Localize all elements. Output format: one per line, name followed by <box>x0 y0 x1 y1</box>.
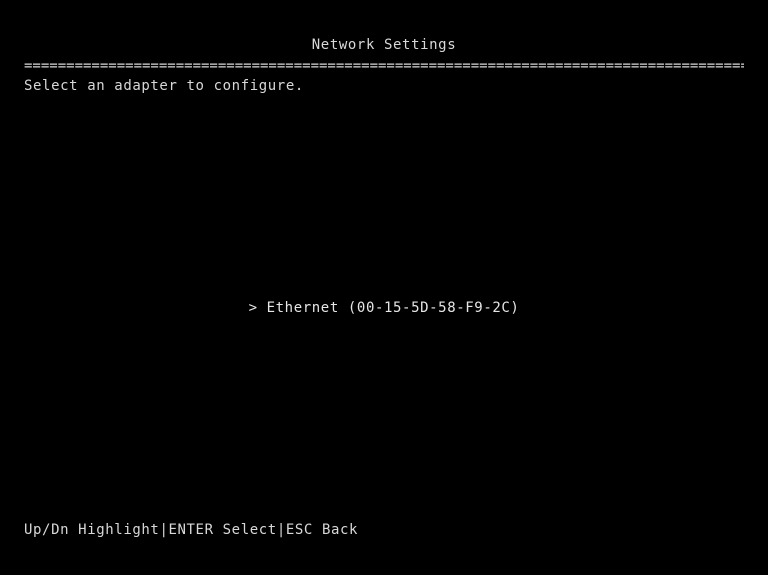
title-separator: ========================================… <box>24 58 744 74</box>
instruction-text: Select an adapter to configure. <box>24 78 304 94</box>
console-screen: Network Settings =======================… <box>0 0 768 575</box>
hint-enter-select: ENTER Select <box>168 522 277 538</box>
key-hints-bar: Up/Dn Highlight|ENTER Select|ESC Back <box>24 521 358 539</box>
hint-highlight: Up/Dn Highlight <box>24 522 160 538</box>
page-title: Network Settings <box>311 37 457 53</box>
adapter-list: > Ethernet (00-15-5D-58-F9-2C) <box>0 299 768 317</box>
adapter-label: Ethernet (00-15-5D-58-F9-2C) <box>266 300 520 316</box>
hint-divider: | <box>276 522 286 538</box>
selection-marker: > <box>248 300 267 316</box>
adapter-item-ethernet[interactable]: > Ethernet (00-15-5D-58-F9-2C) <box>249 299 520 317</box>
hint-esc-back: ESC Back <box>285 522 359 538</box>
